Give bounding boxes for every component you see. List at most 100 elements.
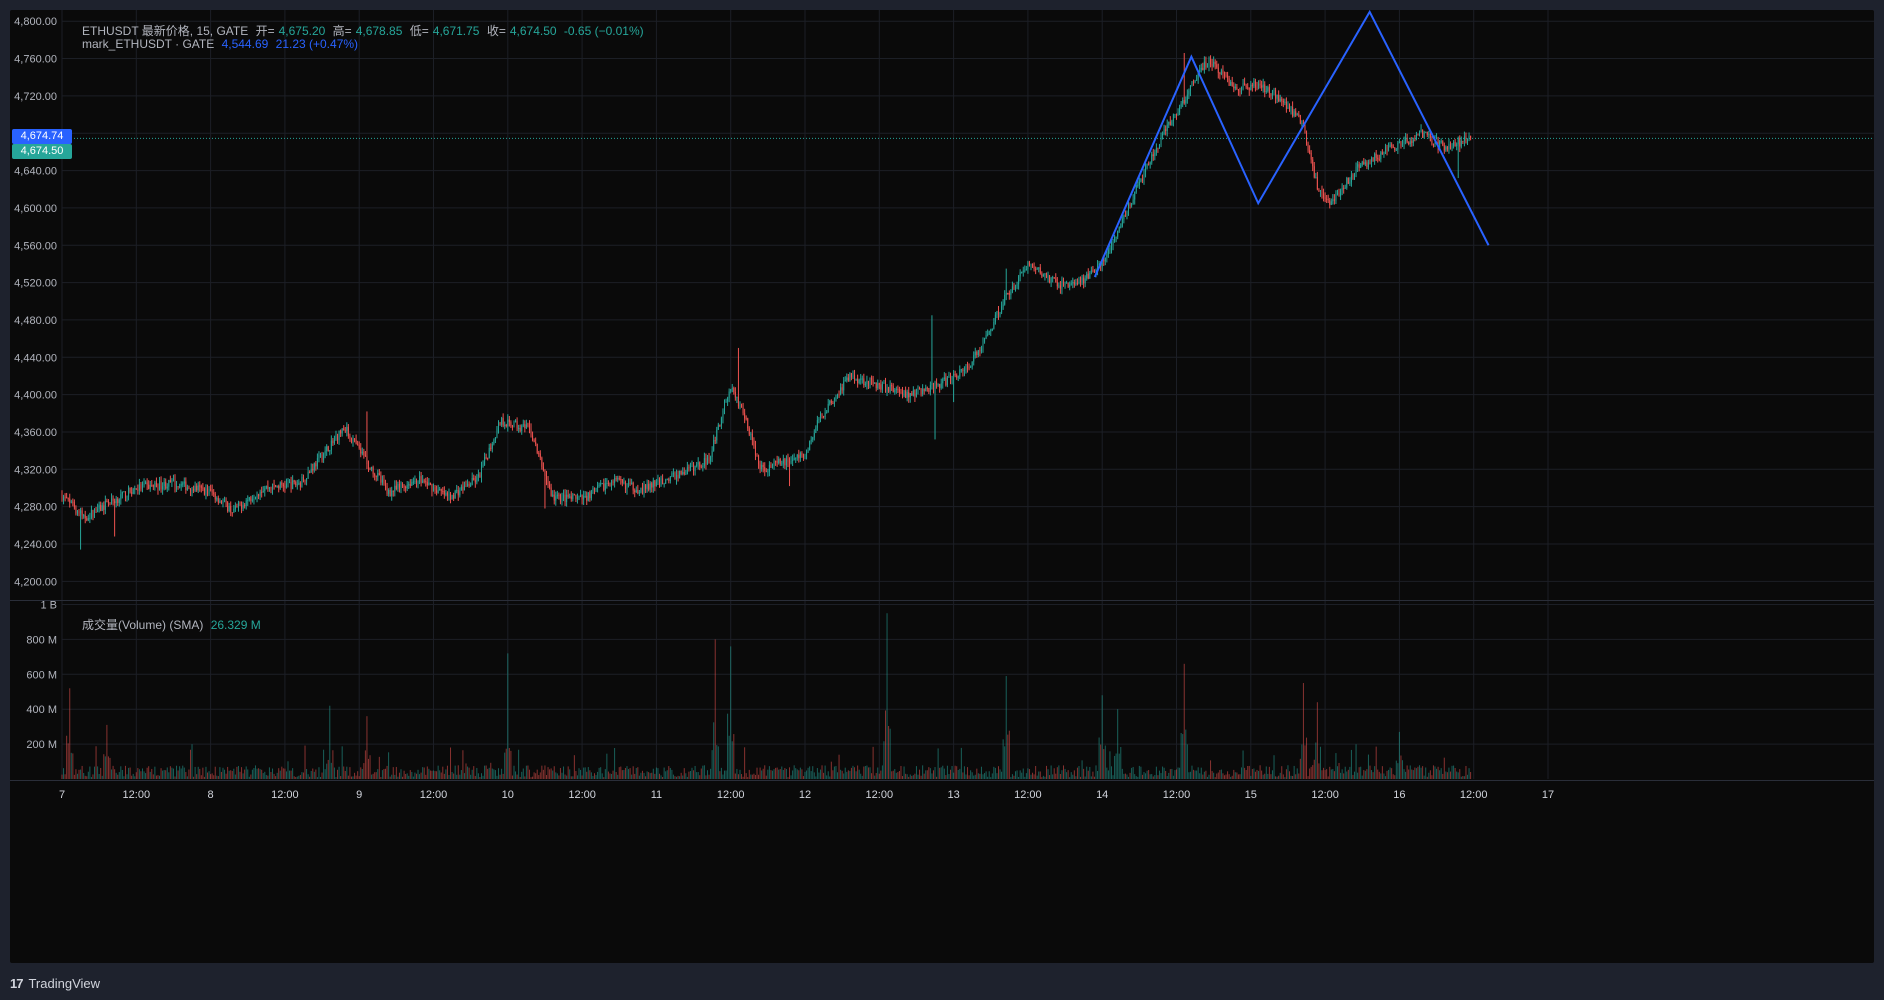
candle-body <box>1028 262 1030 265</box>
candle-body <box>875 382 877 389</box>
candle-body <box>505 424 507 427</box>
volume-bar <box>138 769 140 779</box>
volume-bar <box>977 773 979 779</box>
candle-body <box>521 425 523 431</box>
volume-bar <box>717 746 719 779</box>
candle-body <box>369 467 371 469</box>
volume-bar <box>306 768 308 779</box>
pattern-drawing[interactable] <box>1093 10 1490 278</box>
volume-bar <box>751 774 753 779</box>
volume-bar <box>248 776 250 779</box>
candle-body <box>922 388 924 394</box>
candle-body <box>409 484 411 486</box>
candle-body <box>573 494 575 496</box>
candle-body <box>652 480 654 488</box>
volume-bar <box>1032 772 1034 779</box>
candle-body <box>233 508 235 513</box>
candle-body <box>146 482 148 485</box>
volume-bar <box>651 772 653 779</box>
volume-bar <box>895 772 897 779</box>
candle-body <box>1188 90 1190 95</box>
candle-body <box>533 439 535 443</box>
volume-bar <box>719 771 721 779</box>
mark-symbol[interactable]: mark_ETHUSDT · GATE <box>82 37 214 51</box>
volume-bar <box>640 772 642 779</box>
legend-symbol[interactable]: ETHUSDT 最新价格, 15, GATE <box>82 24 248 38</box>
candle-body <box>200 486 202 488</box>
candle-body <box>1205 61 1207 68</box>
candle-body <box>671 473 673 477</box>
candle-body <box>160 480 162 490</box>
candle-body <box>213 492 215 494</box>
candle-body <box>1400 142 1402 146</box>
volume-bar <box>541 765 543 779</box>
volume-bar <box>1213 772 1215 779</box>
candle-body <box>1075 282 1077 285</box>
candle-body <box>183 481 185 484</box>
candle-body <box>386 485 388 494</box>
candle-body <box>677 474 679 479</box>
candle-body <box>832 402 834 404</box>
candle-body <box>884 382 886 392</box>
price-axis-label: 4,240.00 <box>14 539 57 551</box>
volume-bar <box>477 773 479 779</box>
candle-body <box>643 485 645 493</box>
candle-body <box>1354 173 1356 177</box>
candle-body <box>507 419 509 427</box>
volume-label[interactable]: 成交量(Volume) (SMA) <box>82 618 203 632</box>
candle-body <box>1412 139 1414 143</box>
candle-body <box>1110 245 1112 248</box>
candle-body <box>806 451 808 454</box>
candle-body <box>590 490 592 499</box>
volume-bar <box>1296 768 1298 779</box>
volume-bar <box>532 776 534 779</box>
chart-canvas[interactable]: 4,800.004,760.004,720.004,680.004,640.00… <box>10 10 1874 963</box>
candle-body <box>1265 91 1267 93</box>
candle-body <box>1237 89 1239 91</box>
volume-bar <box>708 774 710 779</box>
volume-bar <box>219 767 221 779</box>
volume-bar <box>480 773 482 779</box>
candle-body <box>1169 121 1171 126</box>
candle-body <box>1086 273 1088 279</box>
volume-bar <box>561 772 563 779</box>
volume-bar <box>75 769 77 779</box>
candle-body <box>140 484 142 489</box>
candle-body <box>310 468 312 473</box>
candle-body <box>542 466 544 471</box>
volume-bar <box>1358 767 1360 779</box>
candle-body <box>1002 304 1004 307</box>
volume-bar <box>298 775 300 779</box>
volume-bar <box>224 769 226 779</box>
volume-bar <box>1064 768 1066 779</box>
volume-bar <box>576 775 578 779</box>
volume-bar <box>327 759 329 779</box>
candle-body <box>742 407 744 414</box>
candle-body <box>576 497 578 499</box>
volume-bar <box>185 772 187 779</box>
volume-bar <box>877 767 879 779</box>
candle-body <box>1015 286 1017 289</box>
candle-body <box>67 498 69 500</box>
candle-body <box>1287 106 1289 109</box>
volume-bar <box>872 746 874 779</box>
volume-bar <box>304 745 306 779</box>
candle-body <box>1152 154 1154 157</box>
candle-body <box>137 489 139 491</box>
volume-bar <box>1206 776 1208 779</box>
candle-body <box>720 418 722 426</box>
candle-body <box>960 369 962 371</box>
candle-body <box>86 518 88 521</box>
candle-body <box>750 433 752 435</box>
candle-body <box>476 476 478 483</box>
volume-bar <box>655 767 657 779</box>
volume-bar <box>89 766 91 779</box>
volume-bar <box>914 773 916 779</box>
volume-bar <box>1267 773 1269 779</box>
volume-bar <box>1350 749 1352 779</box>
volume-bar <box>1008 730 1010 779</box>
candle-body <box>275 484 277 487</box>
volume-bar <box>151 768 153 779</box>
candle-body <box>333 439 335 444</box>
volume-bar <box>1340 772 1342 779</box>
